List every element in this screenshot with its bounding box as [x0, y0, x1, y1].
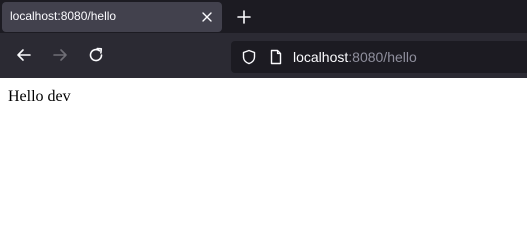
tab-title: localhost:8080/hello	[10, 9, 117, 23]
plus-icon[interactable]	[234, 7, 254, 27]
tab-localhost-hello[interactable]: localhost:8080/hello	[2, 2, 222, 32]
arrow-right-icon[interactable]	[51, 46, 69, 64]
browser-window: localhost:8080/hello localhost:8080/hell…	[0, 0, 527, 206]
tab-strip: localhost:8080/hello	[0, 0, 527, 33]
navigation-toolbar: localhost:8080/hello	[0, 33, 527, 78]
page-content: Hello dev	[0, 78, 527, 206]
url-text[interactable]: localhost:8080/hello	[293, 49, 417, 65]
url-host: localhost	[293, 49, 349, 65]
page-icon[interactable]	[268, 49, 284, 65]
reload-icon[interactable]	[87, 46, 105, 64]
page-body-text: Hello dev	[8, 88, 71, 105]
arrow-left-icon[interactable]	[15, 46, 33, 64]
url-bar[interactable]: localhost:8080/hello	[231, 41, 527, 73]
url-path: :8080/hello	[348, 49, 417, 65]
close-icon[interactable]	[199, 9, 215, 25]
shield-icon[interactable]	[241, 49, 257, 65]
